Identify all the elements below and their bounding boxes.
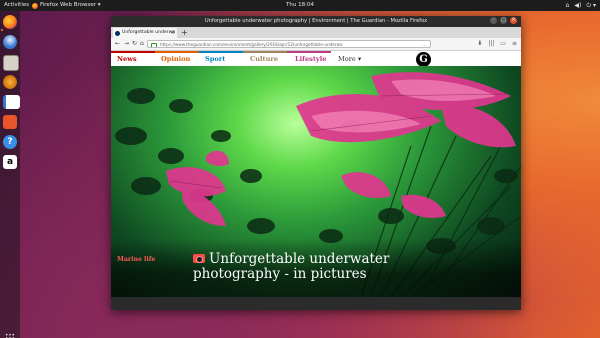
url-bar[interactable]: https://www.theguardian.com/environment/… xyxy=(147,40,431,48)
power-icon[interactable]: ⏻ ▾ xyxy=(586,0,596,11)
desktop: Activities Firefox Web Browser ▾ Thu 18:… xyxy=(0,0,600,338)
rhythmbox-icon[interactable] xyxy=(3,75,17,89)
nav-lifestyle[interactable]: Lifestyle xyxy=(295,55,326,63)
minimize-icon[interactable]: – xyxy=(490,17,497,24)
headline-text: Unforgettable underwater photography - i… xyxy=(193,251,390,282)
lock-icon xyxy=(151,42,157,47)
hero-image[interactable]: Marine life Unforgettable underwater pho… xyxy=(111,66,521,297)
nav-news[interactable]: News xyxy=(117,55,137,63)
headline[interactable]: Unforgettable underwater photography - i… xyxy=(193,252,403,282)
help-icon[interactable]: ? xyxy=(3,135,17,149)
amazon-icon[interactable]: a xyxy=(3,155,17,169)
library-icon[interactable]: ||| xyxy=(488,40,494,48)
files-icon[interactable] xyxy=(3,55,19,71)
tab-guardian[interactable]: Unforgettable underwa × xyxy=(113,28,177,38)
firefox-icon[interactable] xyxy=(3,15,17,29)
back-icon[interactable]: ← xyxy=(115,40,120,48)
reload-icon[interactable]: ↻ xyxy=(132,40,137,48)
nav-toolbar: ← → ↻ ⌂ https://www.theguardian.com/envi… xyxy=(111,38,521,51)
thunderbird-icon[interactable] xyxy=(3,35,17,49)
nav-color-strip xyxy=(111,51,371,53)
guardian-nav: News Opinion Sport Culture Lifestyle Mor… xyxy=(111,51,521,67)
clock[interactable]: Thu 18:04 xyxy=(0,0,600,11)
forward-icon[interactable]: → xyxy=(124,40,129,48)
menu-icon[interactable]: ≡ xyxy=(512,40,517,48)
tab-bar: Unforgettable underwa × + xyxy=(111,27,521,38)
home-icon[interactable]: ⌂ xyxy=(140,40,144,48)
system-tray[interactable]: ⌂ ◀) ⏻ ▾ xyxy=(566,0,596,11)
firefox-window: Unforgettable underwater photography | E… xyxy=(111,16,521,310)
show-apps-icon[interactable] xyxy=(5,333,15,338)
new-tab-button[interactable]: + xyxy=(181,27,188,38)
guardian-logo[interactable]: G xyxy=(416,52,431,67)
active-indicator xyxy=(1,29,3,31)
nav-opinion[interactable]: Opinion xyxy=(161,55,190,63)
tab-label: Unforgettable underwa xyxy=(122,30,176,35)
nav-sport[interactable]: Sport xyxy=(205,55,225,63)
camera-icon xyxy=(193,254,205,263)
dock: ? a xyxy=(0,11,20,338)
volume-icon[interactable]: ◀) xyxy=(574,0,581,11)
network-icon[interactable]: ⌂ xyxy=(566,0,570,11)
tab-close-icon[interactable]: × xyxy=(171,28,175,38)
close-icon[interactable]: × xyxy=(510,17,517,24)
top-bar: Activities Firefox Web Browser ▾ Thu 18:… xyxy=(0,0,600,11)
page-actions-icon[interactable]: … xyxy=(422,41,427,47)
download-icon[interactable]: ⬇ xyxy=(477,40,482,48)
sidebar-icon[interactable]: ▭ xyxy=(500,40,506,48)
nav-culture[interactable]: Culture xyxy=(250,55,278,63)
software-icon[interactable] xyxy=(3,115,17,129)
toolbar-icons: ⬇ ||| ▭ ≡ xyxy=(477,40,517,48)
kicker-label[interactable]: Marine life xyxy=(117,256,155,263)
nav-more[interactable]: More ▾ xyxy=(338,55,361,63)
url-text: https://www.theguardian.com/environment/… xyxy=(160,42,343,47)
window-titlebar[interactable]: Unforgettable underwater photography | E… xyxy=(111,16,521,27)
window-controls: – □ × xyxy=(490,17,517,24)
writer-icon[interactable] xyxy=(3,95,20,109)
maximize-icon[interactable]: □ xyxy=(500,17,507,24)
guardian-favicon xyxy=(115,30,120,36)
window-title: Unforgettable underwater photography | E… xyxy=(204,18,428,24)
